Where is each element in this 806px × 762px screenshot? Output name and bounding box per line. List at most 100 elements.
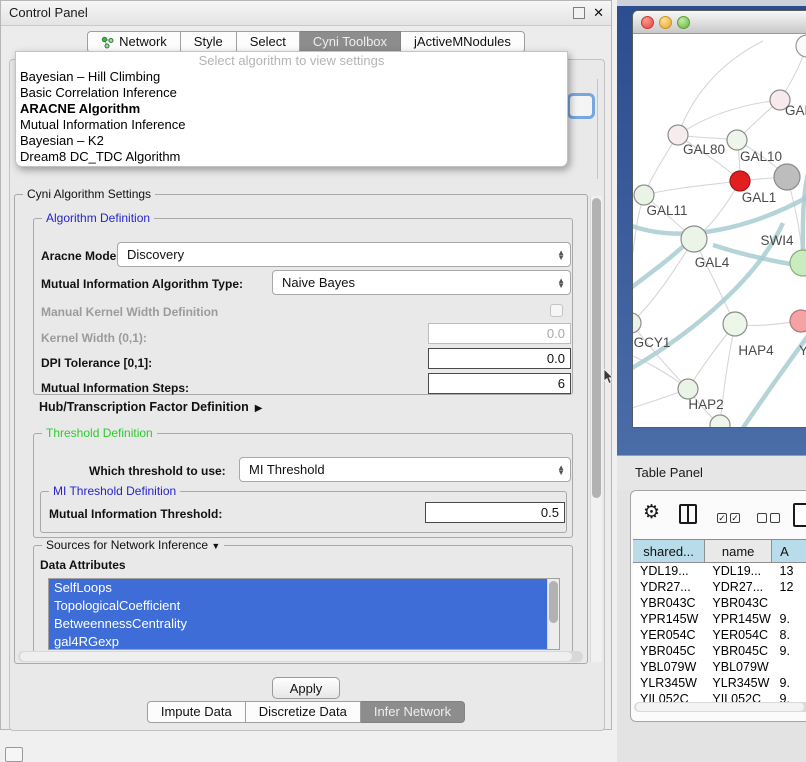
collapsed-panel-icon[interactable] — [5, 747, 23, 762]
network-node[interactable] — [796, 35, 806, 57]
table-row[interactable]: YPR145WYPR145W9. — [633, 611, 806, 627]
table-cell: YLR345W — [705, 675, 772, 691]
panel-border-fragment — [597, 79, 598, 179]
tab-style[interactable]: Style — [181, 31, 237, 53]
apply-button[interactable]: Apply — [272, 677, 340, 699]
network-node-gcy1[interactable] — [633, 313, 641, 333]
expanded-arrow-icon: ▼ — [211, 541, 220, 551]
network-node-label: GCY1 — [634, 335, 671, 350]
network-node-y[interactable] — [790, 310, 806, 332]
mi-steps-field[interactable]: 6 — [428, 373, 571, 394]
table-cell: YDL19... — [705, 563, 772, 579]
manual-kernel-width-checkbox[interactable] — [550, 304, 563, 317]
network-node-gal1[interactable] — [730, 171, 750, 191]
network-graph[interactable]: GALGAL80GAL10GAL1GAL11GAL4SWI4GCY1HAP4YH… — [633, 33, 806, 428]
network-node-swi4[interactable] — [790, 250, 806, 276]
network-node[interactable] — [774, 164, 800, 190]
document-icon[interactable] — [793, 503, 806, 527]
attribute-list-item[interactable]: gal4RGexp — [49, 633, 559, 650]
tab-select[interactable]: Select — [237, 31, 300, 53]
sources-title[interactable]: Sources for Network Inference ▼ — [42, 538, 224, 552]
minimize-traffic-light-icon[interactable] — [659, 16, 672, 29]
mi-algorithm-type-select[interactable]: Naive Bayes ▲▼ — [272, 270, 571, 295]
table-panel-title: Table Panel — [635, 465, 703, 480]
data-attributes-list[interactable]: SelfLoopsTopologicalCoefficientBetweenne… — [48, 578, 560, 650]
focused-combo-fragment[interactable] — [567, 93, 595, 119]
tab-impute-data[interactable]: Impute Data — [147, 701, 246, 723]
aracne-mode-value: Discovery — [127, 247, 184, 262]
settings-horizontal-scrollbar[interactable] — [18, 651, 583, 662]
checked-checkbox-icon[interactable]: ✓ — [730, 513, 740, 523]
network-node-hap4[interactable] — [723, 312, 747, 336]
unchecked-checkbox-icon[interactable] — [770, 513, 780, 523]
which-threshold-select[interactable]: MI Threshold ▲▼ — [239, 457, 571, 482]
table-cell — [773, 659, 806, 675]
network-edge[interactable] — [644, 181, 740, 195]
mutual-information-threshold-field[interactable]: 0.5 — [425, 502, 565, 523]
gear-icon[interactable]: ⚙ — [643, 501, 660, 524]
control-panel-title: Control Panel — [9, 1, 88, 25]
float-window-icon[interactable] — [573, 7, 585, 19]
mi-steps-label: Mutual Information Steps: — [41, 381, 189, 395]
attribute-list-item[interactable]: TopologicalCoefficient — [49, 597, 559, 615]
tab-infer-network[interactable]: Infer Network — [361, 701, 465, 723]
table-cell: YBL079W — [633, 659, 705, 675]
checked-checkbox-icon[interactable]: ✓ — [717, 513, 727, 523]
dropdown-item[interactable]: Basic Correlation Inference — [16, 85, 567, 101]
table-row[interactable]: YDR27...YDR27...12 — [633, 579, 806, 595]
table-cell: 8. — [773, 627, 806, 643]
network-node-hap2[interactable] — [678, 379, 698, 399]
dropdown-item[interactable]: ARACNE Algorithm — [16, 101, 567, 117]
table-horizontal-scrollbar[interactable] — [634, 702, 806, 712]
dropdown-item[interactable]: Bayesian – K2 — [16, 133, 567, 149]
tab-network[interactable]: Network — [87, 31, 181, 53]
close-icon[interactable]: ✕ — [593, 4, 604, 22]
table-row[interactable]: YDL19...YDL19...13 — [633, 563, 806, 579]
table-cell: YPR145W — [705, 611, 772, 627]
mi-threshold-definition-group: MI Threshold Definition Mutual Informati… — [40, 491, 567, 533]
algorithm-definition-group: Algorithm Definition Aracne Mode: Discov… — [33, 218, 573, 395]
network-edge[interactable] — [633, 323, 688, 389]
network-node-label: GAL1 — [742, 190, 777, 205]
table-row[interactable]: YER054CYER054C8. — [633, 627, 806, 643]
dropdown-item[interactable]: Mutual Information Inference — [16, 117, 567, 133]
column-header-name[interactable]: name — [705, 540, 772, 562]
mi-steps-value: 6 — [558, 376, 565, 391]
network-node[interactable] — [710, 415, 730, 428]
zoom-traffic-light-icon[interactable] — [677, 16, 690, 29]
network-window-titlebar — [633, 11, 806, 34]
tab-jactivemnodules[interactable]: jActiveMNodules — [401, 31, 525, 53]
network-node-gal10[interactable] — [727, 130, 747, 150]
column-header-partial[interactable]: A — [772, 540, 806, 562]
unchecked-checkbox-icon[interactable] — [757, 513, 767, 523]
attribute-list-scrollbar[interactable] — [547, 579, 559, 650]
dpi-tolerance-field[interactable]: 0.0 — [428, 348, 571, 369]
dropdown-item[interactable]: Dream8 DC_TDC Algorithm — [16, 149, 567, 165]
network-node-gal4[interactable] — [681, 226, 707, 252]
network-edge[interactable] — [678, 100, 780, 135]
network-node-label: GAL11 — [646, 203, 687, 218]
threshold-definition-title: Threshold Definition — [42, 426, 157, 440]
table-panel: ⚙ ✓ ✓ shared... name A YDL19...YDL19...1… — [630, 490, 806, 722]
kernel-width-field[interactable]: 0.0 — [428, 323, 571, 344]
attribute-list-item[interactable]: BetweennessCentrality — [49, 615, 559, 633]
tab-discretize-data[interactable]: Discretize Data — [246, 701, 361, 723]
threshold-definition-group: Threshold Definition Which threshold to … — [33, 433, 573, 538]
dropdown-item[interactable]: Bayesian – Hill Climbing — [16, 69, 567, 85]
aracne-mode-select[interactable]: Discovery ▲▼ — [117, 242, 571, 267]
hub-definition-toggle[interactable]: Hub/Transcription Factor Definition▶ — [39, 400, 262, 414]
table-row[interactable]: YBR045CYBR045C9. — [633, 643, 806, 659]
tab-cyni-toolbox[interactable]: Cyni Toolbox — [300, 31, 401, 53]
mutual-information-threshold-value: 0.5 — [541, 505, 559, 520]
table-row[interactable]: YLR345WYLR345W9. — [633, 675, 806, 691]
table-row[interactable]: YBL079WYBL079W — [633, 659, 806, 675]
table-row[interactable]: YBR043CYBR043C — [633, 595, 806, 611]
split-columns-icon[interactable] — [679, 504, 697, 524]
attribute-list-item[interactable]: SelfLoops — [49, 579, 559, 597]
settings-vertical-scrollbar[interactable] — [590, 196, 602, 662]
cyni-algorithm-settings-group: Cyni Algorithm Settings Algorithm Defini… — [14, 194, 588, 664]
close-traffic-light-icon[interactable] — [641, 16, 654, 29]
network-edge[interactable] — [678, 41, 763, 135]
column-header-shared-name[interactable]: shared... — [633, 540, 705, 562]
network-node-gal11[interactable] — [634, 185, 654, 205]
